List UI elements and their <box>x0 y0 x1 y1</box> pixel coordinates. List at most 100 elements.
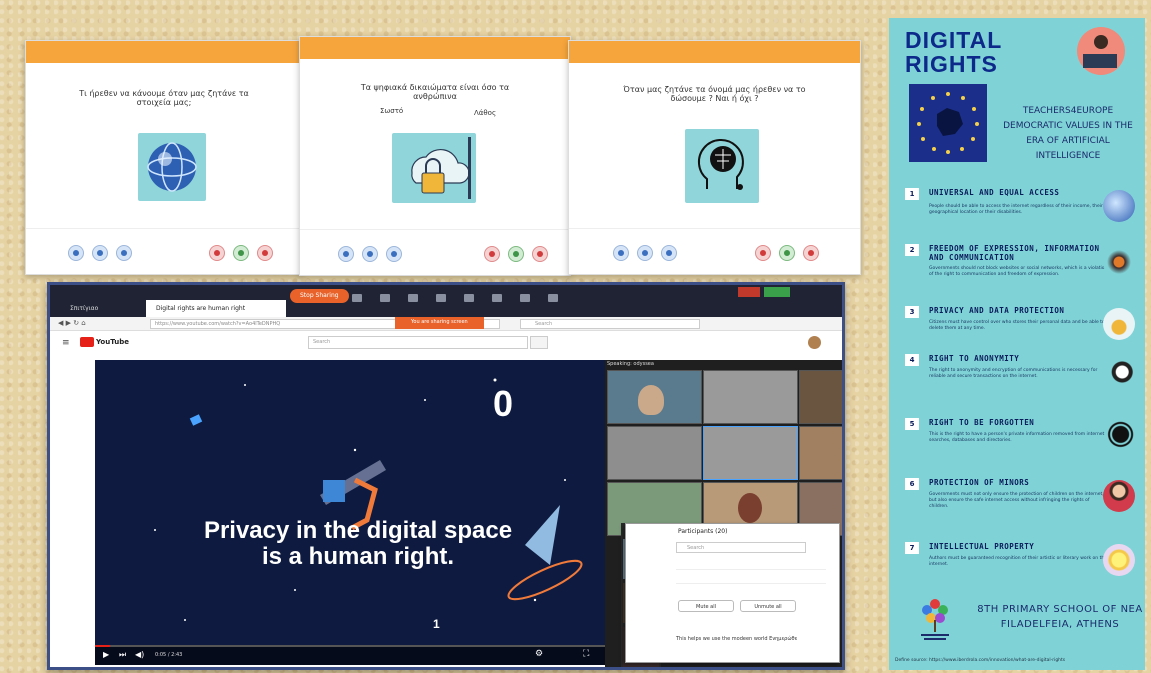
lightbulb-icon <box>1103 544 1135 576</box>
video-player[interactable]: 0 1 Privacy in the digital space is a hu… <box>95 360 605 665</box>
unmute-all-button[interactable]: Unmute all <box>740 600 796 612</box>
right-number: 5 <box>905 418 919 430</box>
right-description: Authors must be guaranteed recognition o… <box>929 556 1107 567</box>
quiz-card-3: Όταν μας ζητάνε τα όνομά μας ήρεθεν να τ… <box>568 40 861 275</box>
quiz-card-2: Τα ψηφιακά δικαιώματα είναι όσο τα ανθρώ… <box>299 36 571 276</box>
quiz-footer <box>569 228 860 274</box>
video-controls: ▶ ⏭ ◀) 0:05 / 2:43 ⚙ ⛶ <box>95 645 605 665</box>
progress-fill <box>95 645 111 647</box>
save-button[interactable] <box>92 245 108 261</box>
nav-arrows-icon[interactable]: ◀ ▶ ↻ ⌂ <box>58 319 86 327</box>
thumbs-up-button[interactable] <box>779 245 795 261</box>
poster-subtitle: TEACHERS4EUROPE DEMOCRATIC VALUES IN THE… <box>1003 106 1133 161</box>
right-title: FREEDOM OF EXPRESSION, INFORMATION AND C… <box>929 244 1100 262</box>
eu-map-image <box>909 84 987 162</box>
right-description: Governments must not only ensure the pro… <box>929 492 1104 509</box>
hamburger-menu-icon[interactable]: ≡ <box>62 338 70 348</box>
progress-bar[interactable] <box>95 645 605 647</box>
video-caption-line2: is a human right. <box>261 543 455 570</box>
comment-button[interactable] <box>613 245 629 261</box>
right-item-5: 5 RIGHT TO BE FORGOTTEN This is the righ… <box>905 418 1141 474</box>
like-heart-button[interactable] <box>209 245 225 261</box>
participants-panel: Participants (20) Search Mute all Unmute… <box>625 523 840 663</box>
right-title: UNIVERSAL AND EQUAL ACCESS <box>929 188 1060 197</box>
right-description: This is the right to have a person's pri… <box>929 432 1105 443</box>
volume-icon[interactable]: ◀) <box>135 650 144 659</box>
quiz-footer <box>26 228 302 274</box>
thumbs-down-button[interactable] <box>803 245 819 261</box>
window-resume-button[interactable] <box>764 287 790 297</box>
lock-cloud-icon <box>392 133 476 203</box>
browser-search-box[interactable]: Search <box>520 319 700 329</box>
like-heart-button[interactable] <box>755 245 771 261</box>
right-number: 6 <box>905 478 919 490</box>
participant-video-tile[interactable] <box>703 370 798 424</box>
participants-search-input[interactable]: Search <box>676 542 806 553</box>
stop-sharing-button[interactable]: Stop Sharing <box>290 289 349 303</box>
right-title: RIGHT TO ANONYMITY <box>929 354 1020 363</box>
option-true[interactable]: Σωστό <box>380 107 403 115</box>
thumbs-up-button[interactable] <box>508 246 524 262</box>
comment-button[interactable] <box>338 246 354 262</box>
participant-row[interactable] <box>676 574 826 584</box>
right-title: PRIVACY AND DATA PROTECTION <box>929 306 1065 315</box>
poster-title-line1: DIGITAL <box>905 27 1003 53</box>
speaking-label: Speaking: <box>607 361 634 367</box>
tab-active[interactable]: Digital rights are human right <box>146 300 286 317</box>
save-button[interactable] <box>362 246 378 262</box>
video-caption: Privacy in the digital space is a human … <box>173 518 543 570</box>
youtube-logo[interactable]: YouTube <box>80 337 129 347</box>
pause-button[interactable] <box>386 246 402 262</box>
youtube-logo-text: YouTube <box>96 338 129 346</box>
youtube-search-input[interactable]: Search <box>308 336 528 349</box>
participant-video-tile[interactable] <box>799 426 842 480</box>
thumbs-down-button[interactable] <box>532 246 548 262</box>
quiz-question: Τα ψηφιακά δικαιώματα είναι όσο τα ανθρώ… <box>360 83 510 101</box>
thumbs-up-button[interactable] <box>233 245 249 261</box>
participant-video-tile[interactable] <box>607 426 702 480</box>
play-icon[interactable]: ▶ <box>103 650 109 659</box>
quiz-card-header <box>300 37 570 59</box>
participant-video-tile[interactable] <box>703 426 798 480</box>
security-camera-icon <box>1103 356 1135 388</box>
window-close-button[interactable] <box>738 287 760 297</box>
school-logo <box>915 592 955 642</box>
digital-rights-poster: DIGITAL RIGHTS TEACHERS4EUROPE DEMOCRATI… <box>889 18 1145 670</box>
pause-button[interactable] <box>116 245 132 261</box>
search-icon[interactable] <box>530 336 548 349</box>
right-item-1: 1 UNIVERSAL AND EQUAL ACCESS People shou… <box>905 188 1141 238</box>
next-icon[interactable]: ⏭ <box>119 650 126 660</box>
quiz-question: Τι ήρεθεν να κάνουμε όταν μας ζητάνε τα … <box>79 89 249 107</box>
video-caption-line1: Privacy in the digital space <box>203 517 513 544</box>
svg-text:1: 1 <box>433 617 440 631</box>
right-description: Citizens must have control over who stor… <box>929 320 1105 331</box>
thumbs-down-button[interactable] <box>257 245 273 261</box>
right-description: People should be able to access the inte… <box>929 204 1103 215</box>
address-bar: ◀ ▶ ↻ ⌂ https://www.youtube.com/watch?v=… <box>50 317 842 331</box>
right-item-3: 3 PRIVACY AND DATA PROTECTION Citizens m… <box>905 306 1141 356</box>
globe-icon <box>138 133 206 201</box>
participant-video-tile[interactable] <box>607 370 702 424</box>
tab-other[interactable]: Σπιτίγιαο <box>60 300 108 317</box>
save-button[interactable] <box>637 245 653 261</box>
zoom-toolbar <box>350 289 590 302</box>
globe-icon <box>1103 190 1135 222</box>
fullscreen-icon[interactable]: ⛶ <box>583 649 589 659</box>
right-number: 2 <box>905 244 919 256</box>
option-false[interactable]: Λάθος <box>474 109 496 117</box>
brain-head-icon <box>1103 420 1135 452</box>
mute-all-button[interactable]: Mute all <box>678 600 734 612</box>
browser-window: Σπιτίγιαο Digital rights are human right… <box>47 282 845 670</box>
like-heart-button[interactable] <box>484 246 500 262</box>
video-time: 0:05 / 2:43 <box>155 652 183 658</box>
settings-icon[interactable]: ⚙ <box>535 649 543 659</box>
right-number: 1 <box>905 188 919 200</box>
pause-button[interactable] <box>661 245 677 261</box>
avatar[interactable] <box>808 336 821 349</box>
participant-row[interactable] <box>676 560 826 570</box>
comment-button[interactable] <box>68 245 84 261</box>
right-description: The right to anonymity and encryption of… <box>929 368 1098 379</box>
participant-video-tile[interactable] <box>799 370 842 424</box>
right-title: INTELLECTUAL PROPERTY <box>929 542 1035 551</box>
right-description: Governments should not block websites or… <box>929 266 1108 277</box>
